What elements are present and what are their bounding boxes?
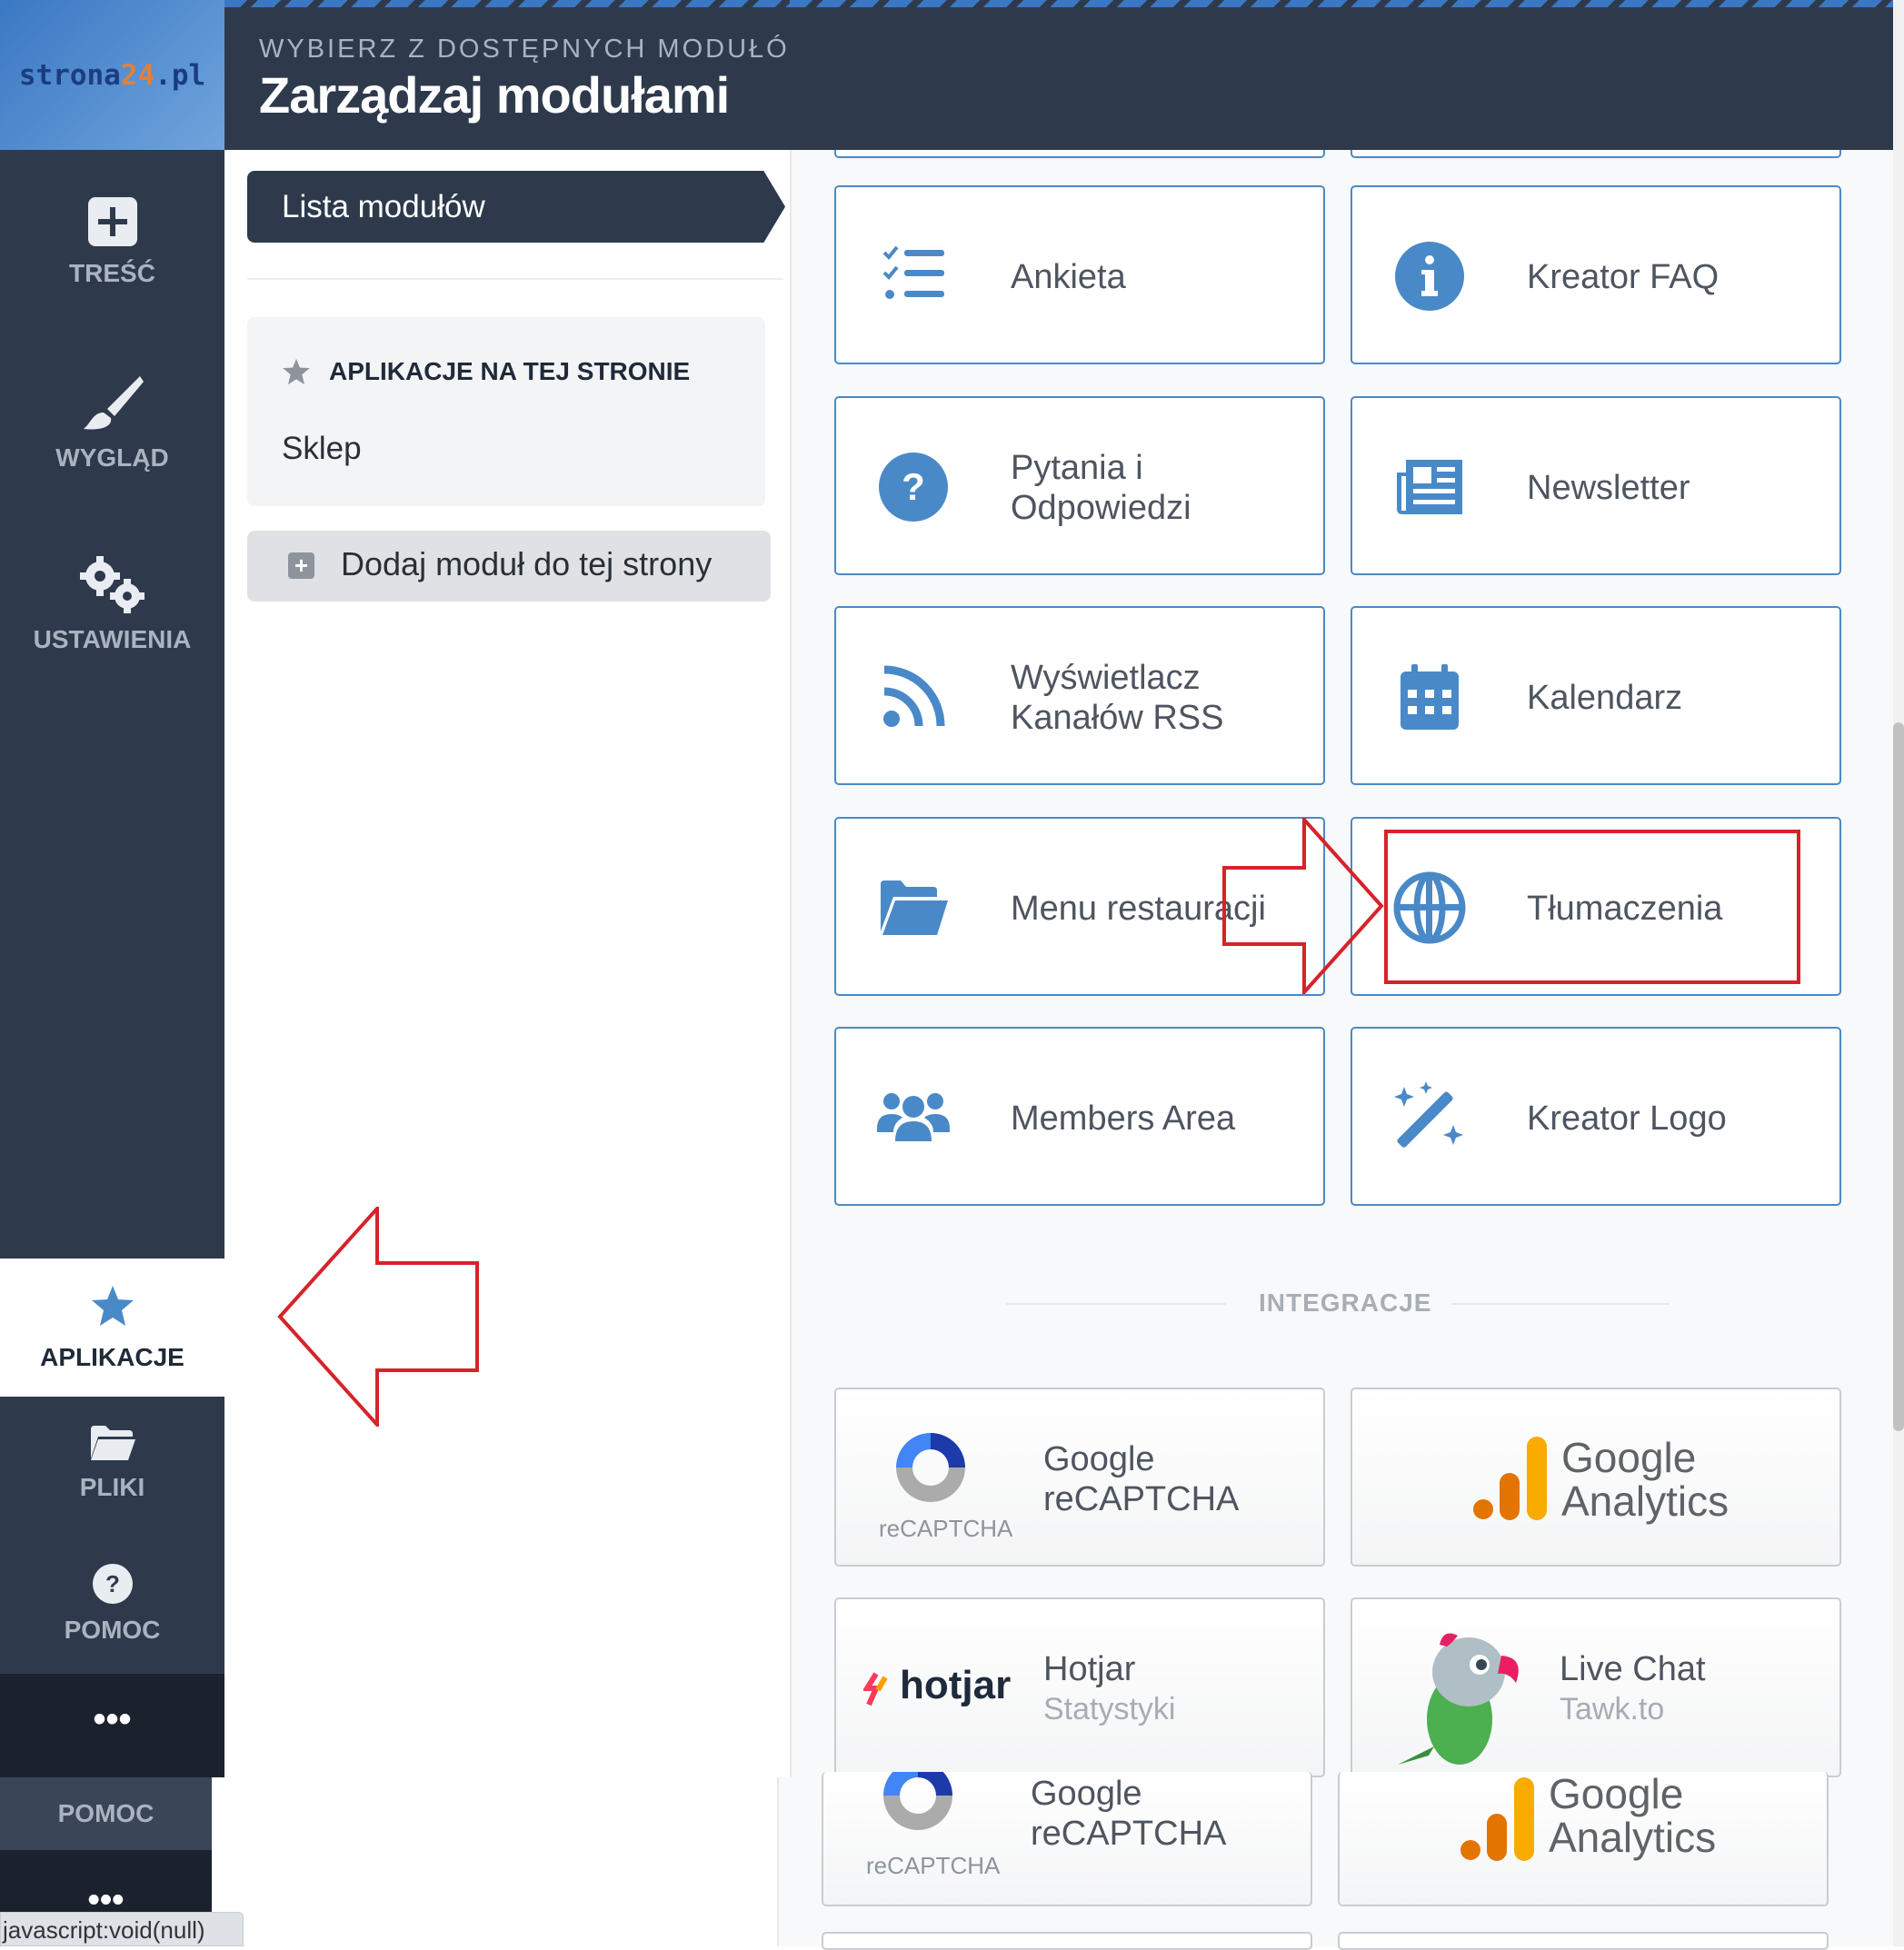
- users-icon: [877, 1093, 950, 1141]
- sidebar-item-pomoc[interactable]: ? POMOC: [0, 1563, 224, 1645]
- recaptcha-logo-text: reCAPTCHA: [866, 1852, 1001, 1879]
- annotation-arrow-right-icon: [1222, 818, 1384, 994]
- annotation-arrow-left-icon: [277, 1207, 479, 1427]
- calendar-icon: [1401, 664, 1459, 730]
- module-card-rss[interactable]: Wyświetlacz Kanałów RSS: [834, 606, 1325, 785]
- plus-icon: +: [288, 552, 314, 579]
- module-card-ankieta[interactable]: Ankieta: [834, 185, 1325, 364]
- integration-card-live-chat[interactable]: Live Chat Tawk.to: [1351, 1597, 1841, 1777]
- analytics-logo-icon: [1460, 1777, 1534, 1861]
- card-partial: [1338, 1932, 1829, 1950]
- hotjar-logo-icon: [863, 1672, 888, 1706]
- integration-card-google-analytics-duplicate[interactable]: Google Analytics: [1338, 1772, 1829, 1906]
- svg-text:?: ?: [902, 465, 925, 508]
- checklist-icon: [882, 245, 944, 299]
- scrollbar-thumb[interactable]: [1893, 722, 1904, 1431]
- integration-label: Live Chat Tawk.to: [1560, 1649, 1706, 1726]
- module-card-kalendarz[interactable]: Kalendarz: [1351, 606, 1841, 785]
- divider: [1006, 1303, 1226, 1305]
- integrations-heading: INTEGRACJE: [1259, 1288, 1432, 1317]
- magic-wand-icon: [1394, 1081, 1463, 1148]
- integration-card-google-analytics[interactable]: Google Analytics: [1351, 1388, 1841, 1567]
- card-partial: [822, 1932, 1312, 1950]
- header-stripe: [790, 0, 1893, 7]
- hotjar-logo-text: hotjar: [900, 1663, 1012, 1707]
- more-menu-button[interactable]: •••: [0, 1674, 224, 1777]
- module-card-kreator-logo[interactable]: Kreator Logo: [1351, 1027, 1841, 1206]
- module-card-newsletter[interactable]: Newsletter: [1351, 396, 1841, 575]
- module-card-pytania[interactable]: ? Pytania i Odpowiedzi: [834, 396, 1325, 575]
- question-circle-icon: ?: [879, 453, 948, 522]
- rss-icon: [883, 665, 945, 727]
- module-label: Ankieta: [1011, 257, 1126, 296]
- apps-on-page-heading: APLIKACJE NA TEJ STRONIE: [329, 357, 691, 385]
- module-label: Wyświetlacz Kanałów RSS: [1011, 658, 1224, 737]
- add-module-label: Dodaj moduł do tej strony: [341, 545, 713, 582]
- integration-card-recaptcha[interactable]: reCAPTCHA Google reCAPTCHA: [834, 1388, 1325, 1567]
- integration-label: Google reCAPTCHA: [1043, 1439, 1240, 1518]
- divider: [1451, 1303, 1670, 1305]
- svg-text:?: ?: [105, 1570, 120, 1597]
- sidebar-separator: [0, 1209, 224, 1259]
- sidebar-item-wyglad[interactable]: WYGLĄD: [0, 373, 224, 473]
- star-icon: [91, 1286, 134, 1326]
- module-label: Pytania i Odpowiedzi: [1011, 448, 1191, 527]
- folder-icon: [90, 1426, 135, 1460]
- gears-icon: [79, 556, 145, 613]
- module-label: Kalendarz: [1527, 678, 1683, 717]
- tab-module-list[interactable]: Lista modułów: [247, 171, 785, 243]
- browser-status-bar: javascript:void(null): [0, 1912, 244, 1946]
- module-label: Members Area: [1011, 1099, 1236, 1138]
- sidebar-item-ustawienia[interactable]: USTAWIENIA: [0, 554, 224, 654]
- recaptcha-logo-icon: [883, 1772, 952, 1830]
- recaptcha-logo-icon: [896, 1433, 965, 1502]
- integration-card-hotjar[interactable]: hotjar Hotjar Statystyki: [834, 1597, 1325, 1777]
- sidebar-item-aplikacje[interactable]: APLIKACJE: [0, 1259, 224, 1397]
- recaptcha-logo-text: reCAPTCHA: [879, 1515, 1013, 1542]
- integration-label: Google Analytics: [1561, 1433, 1730, 1525]
- header-cover: [790, 0, 1893, 150]
- logo[interactable]: strona24.pl: [0, 0, 224, 150]
- paintbrush-icon: [83, 376, 144, 430]
- folder-open-icon: [881, 880, 948, 935]
- logo-text: strona24.pl: [18, 58, 206, 92]
- integration-label: Hotjar Statystyki: [1043, 1649, 1176, 1726]
- integration-label: Google Analytics: [1549, 1770, 1717, 1861]
- module-card-members-area[interactable]: Members Area: [834, 1027, 1325, 1206]
- module-label: Newsletter: [1527, 468, 1690, 507]
- newspaper-icon: [1397, 460, 1462, 514]
- sidebar-item-pomoc-duplicate[interactable]: POMOC: [0, 1777, 212, 1850]
- star-icon: [283, 358, 310, 385]
- sidebar-item-pliki[interactable]: PLIKI: [0, 1424, 224, 1502]
- integration-label: Google reCAPTCHA: [1031, 1775, 1227, 1853]
- module-card-kreator-faq[interactable]: Kreator FAQ: [1351, 185, 1841, 364]
- module-label: Kreator Logo: [1527, 1099, 1727, 1138]
- page-title: Zarządzaj modułami: [259, 66, 730, 124]
- annotation-highlight-box: [1384, 830, 1800, 984]
- module-label: Kreator FAQ: [1527, 257, 1720, 296]
- info-circle-icon: [1395, 242, 1464, 311]
- app-item-sklep[interactable]: Sklep: [282, 431, 362, 467]
- analytics-logo-icon: [1473, 1437, 1547, 1520]
- question-circle-icon: ?: [92, 1564, 133, 1604]
- plus-square-icon: [87, 197, 137, 246]
- apps-on-page-box: [247, 317, 765, 506]
- parrot-logo-icon: [1398, 1633, 1519, 1765]
- divider: [247, 278, 783, 280]
- sidebar-item-tresc[interactable]: TREŚĆ: [0, 195, 224, 288]
- integration-card-recaptcha-duplicate[interactable]: reCAPTCHA Google reCAPTCHA: [822, 1772, 1312, 1906]
